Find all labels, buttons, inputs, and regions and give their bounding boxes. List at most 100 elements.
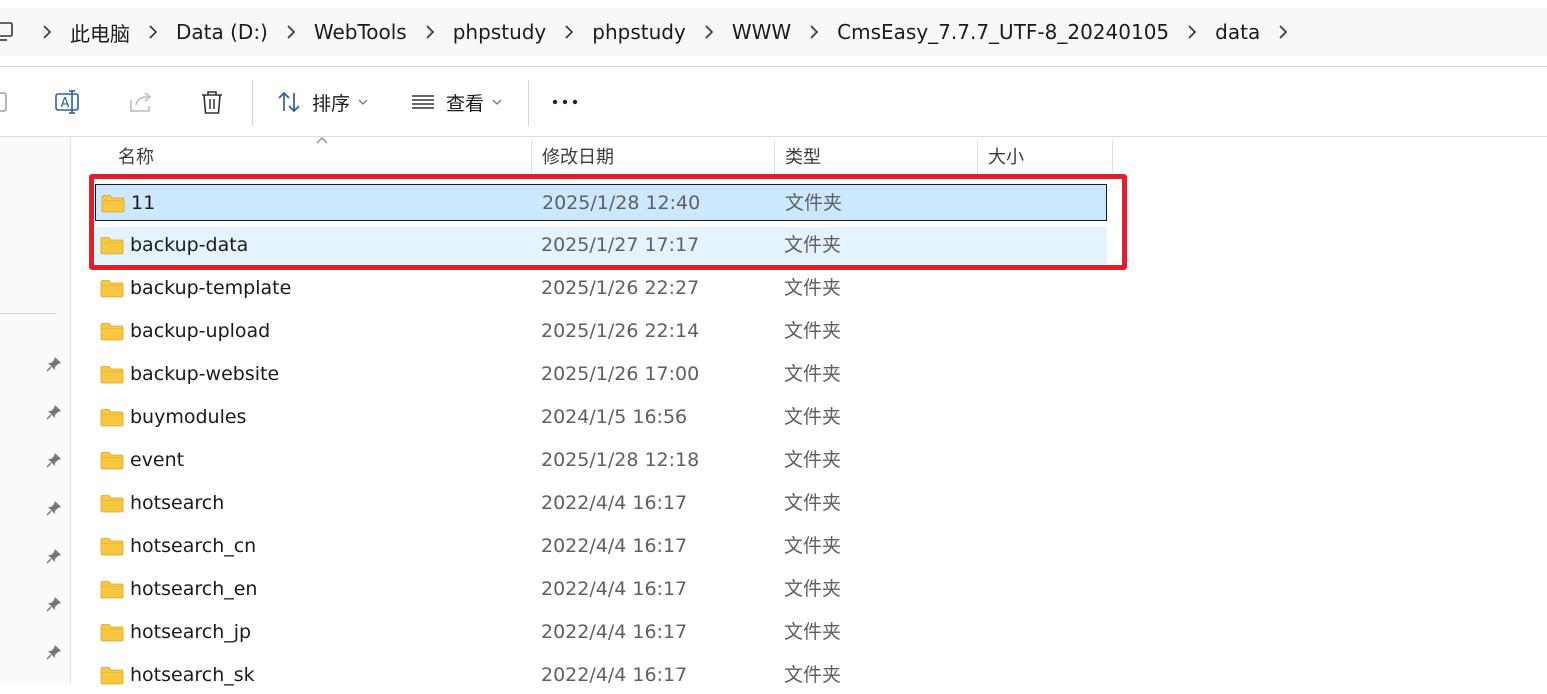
chevron-right-icon[interactable] [413, 24, 447, 40]
file-date: 2025/1/26 22:27 [541, 277, 700, 299]
share-icon [130, 92, 152, 112]
column-header-name[interactable]: 名称 [108, 140, 532, 176]
view-button[interactable]: 查看 [410, 82, 502, 122]
toolbar-separator [252, 80, 253, 126]
file-row[interactable]: buymodules 2024/1/5 16:56 文件夹 [95, 399, 1107, 436]
chevron-down-icon [358, 99, 368, 105]
file-name: hotsearch_en [130, 578, 258, 600]
chevron-right-icon[interactable] [274, 24, 308, 40]
pin-icon[interactable] [45, 547, 63, 565]
file-date: 2025/1/26 17:00 [541, 363, 700, 385]
share-button[interactable] [127, 82, 155, 122]
chevron-right-icon[interactable] [797, 24, 831, 40]
breadcrumb-item[interactable]: phpstudy [586, 20, 692, 44]
file-name: hotsearch [130, 492, 225, 514]
file-type: 文件夹 [784, 277, 842, 299]
delete-button[interactable] [198, 82, 226, 122]
column-header-size[interactable]: 大小 [978, 140, 1113, 176]
file-type: 文件夹 [784, 578, 842, 600]
column-header-date[interactable]: 修改日期 [532, 140, 775, 176]
breadcrumb-item[interactable]: 此电脑 [64, 18, 136, 47]
file-type: 文件夹 [784, 664, 842, 686]
breadcrumb-item[interactable]: WebTools [308, 20, 413, 44]
breadcrumb-item[interactable]: data [1209, 20, 1266, 44]
breadcrumb-item[interactable]: CmsEasy_7.7.7_UTF-8_20240105 [831, 20, 1175, 44]
file-type: 文件夹 [784, 320, 842, 342]
more-icon [552, 99, 578, 105]
file-date: 2025/1/28 12:40 [542, 192, 701, 214]
file-row[interactable]: hotsearch_sk 2022/4/4 16:17 文件夹 [95, 657, 1107, 694]
file-type: 文件夹 [784, 449, 842, 471]
navigation-pane[interactable] [0, 137, 71, 684]
pin-icon[interactable] [45, 595, 63, 613]
file-date: 2025/1/26 22:14 [541, 320, 700, 342]
view-label: 查看 [446, 92, 485, 115]
address-bar[interactable]: 此电脑 Data (D:) WebTools phpstudy phpstudy WWW C… [0, 8, 1547, 56]
file-row[interactable]: hotsearch_cn 2022/4/4 16:17 文件夹 [95, 528, 1107, 565]
sort-icon [278, 91, 300, 113]
file-date: 2022/4/4 16:17 [541, 492, 688, 514]
file-type: 文件夹 [785, 192, 843, 214]
pin-icon[interactable] [45, 403, 63, 421]
file-row[interactable]: hotsearch_en 2022/4/4 16:17 文件夹 [95, 571, 1107, 608]
file-row[interactable]: backup-website 2025/1/26 17:00 文件夹 [95, 356, 1107, 393]
rename-icon: A [55, 90, 79, 114]
paste-button[interactable] [0, 82, 10, 122]
file-name: hotsearch_jp [130, 621, 252, 643]
chevron-right-icon[interactable] [136, 24, 170, 40]
breadcrumb-item[interactable]: Data (D:) [170, 20, 274, 44]
sort-label: 排序 [312, 92, 351, 115]
pin-icon[interactable] [45, 355, 63, 373]
divider [0, 136, 1547, 137]
file-name: buymodules [130, 406, 247, 428]
column-header-row: 名称 修改日期 类型 大小 [72, 137, 1113, 176]
sort-button[interactable]: 排序 [276, 82, 368, 122]
file-name: backup-data [130, 234, 249, 256]
chevron-right-icon[interactable] [30, 24, 64, 40]
file-row[interactable]: 11 2025/1/28 12:40 文件夹 [95, 184, 1107, 221]
paste-icon [0, 92, 7, 112]
file-row[interactable]: hotsearch_jp 2022/4/4 16:17 文件夹 [95, 614, 1107, 651]
nav-divider [0, 313, 56, 314]
file-row[interactable]: backup-upload 2025/1/26 22:14 文件夹 [95, 313, 1107, 350]
breadcrumb-item[interactable]: phpstudy [447, 20, 553, 44]
file-name: hotsearch_cn [130, 535, 257, 557]
pin-icon[interactable] [45, 499, 63, 517]
file-name: backup-template [130, 277, 292, 299]
file-type: 文件夹 [784, 492, 842, 514]
divider [0, 66, 1547, 67]
file-row[interactable]: event 2025/1/28 12:18 文件夹 [95, 442, 1107, 479]
trash-icon [202, 91, 222, 114]
more-options-button[interactable] [550, 82, 580, 122]
toolbar-separator [528, 80, 529, 126]
chevron-right-icon[interactable] [1266, 24, 1300, 40]
file-date: 2022/4/4 16:17 [541, 535, 688, 557]
file-row[interactable]: backup-data 2025/1/27 17:17 文件夹 [95, 227, 1107, 264]
file-date: 2025/1/28 12:18 [541, 449, 700, 471]
breadcrumb: 此电脑 Data (D:) WebTools phpstudy phpstudy WWW C… [0, 8, 1300, 56]
file-name: backup-upload [130, 320, 271, 342]
file-date: 2022/4/4 16:17 [541, 621, 688, 643]
file-name: hotsearch_sk [130, 664, 255, 686]
rename-button[interactable]: A [54, 82, 82, 122]
file-row[interactable]: backup-template 2025/1/26 22:27 文件夹 [95, 270, 1107, 307]
file-name: backup-website [130, 363, 280, 385]
file-row[interactable]: hotsearch 2022/4/4 16:17 文件夹 [95, 485, 1107, 522]
file-type: 文件夹 [784, 234, 842, 256]
chevron-right-icon[interactable] [552, 24, 586, 40]
file-date: 2022/4/4 16:17 [541, 578, 688, 600]
file-date: 2025/1/27 17:17 [541, 234, 700, 256]
file-type: 文件夹 [784, 621, 842, 643]
chevron-right-icon[interactable] [1175, 24, 1209, 40]
pin-icon[interactable] [45, 643, 63, 661]
column-header-type[interactable]: 类型 [775, 140, 978, 176]
pin-icon[interactable] [45, 451, 63, 469]
file-name: 11 [131, 192, 156, 214]
chevron-right-icon[interactable] [692, 24, 726, 40]
breadcrumb-item[interactable]: WWW [726, 20, 797, 44]
file-date: 2024/1/5 16:56 [541, 406, 688, 428]
command-bar: A 排序 查看 [0, 68, 1547, 136]
file-date: 2022/4/4 16:17 [541, 664, 688, 686]
view-icon [412, 95, 434, 109]
chevron-down-icon [492, 99, 502, 105]
